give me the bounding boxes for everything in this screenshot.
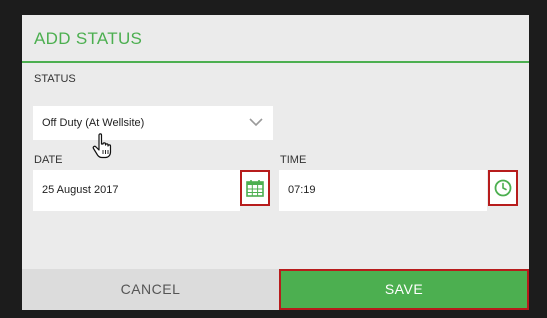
add-status-dialog: ADD STATUS STATUS Off Duty (At Wellsite)… — [22, 15, 529, 310]
title-divider — [22, 61, 529, 63]
date-field[interactable]: 25 August 2017 — [33, 170, 240, 211]
status-select[interactable]: Off Duty (At Wellsite) — [33, 106, 273, 140]
time-field[interactable]: 07:19 — [279, 170, 487, 211]
chevron-down-icon — [249, 118, 263, 127]
save-button[interactable]: SAVE — [279, 269, 529, 310]
clock-icon — [494, 179, 512, 197]
date-value: 25 August 2017 — [42, 184, 119, 196]
dialog-title: ADD STATUS — [34, 29, 143, 48]
cancel-button[interactable]: CANCEL — [22, 269, 279, 310]
status-label: STATUS — [34, 73, 76, 85]
status-selected-value: Off Duty (At Wellsite) — [42, 117, 145, 129]
date-label: DATE — [34, 154, 63, 166]
time-label: TIME — [280, 154, 307, 166]
calendar-icon — [246, 180, 264, 197]
time-picker-button[interactable] — [488, 170, 518, 206]
time-value: 07:19 — [288, 184, 316, 196]
date-picker-button[interactable] — [240, 170, 270, 206]
hand-pointer-icon — [92, 133, 112, 159]
